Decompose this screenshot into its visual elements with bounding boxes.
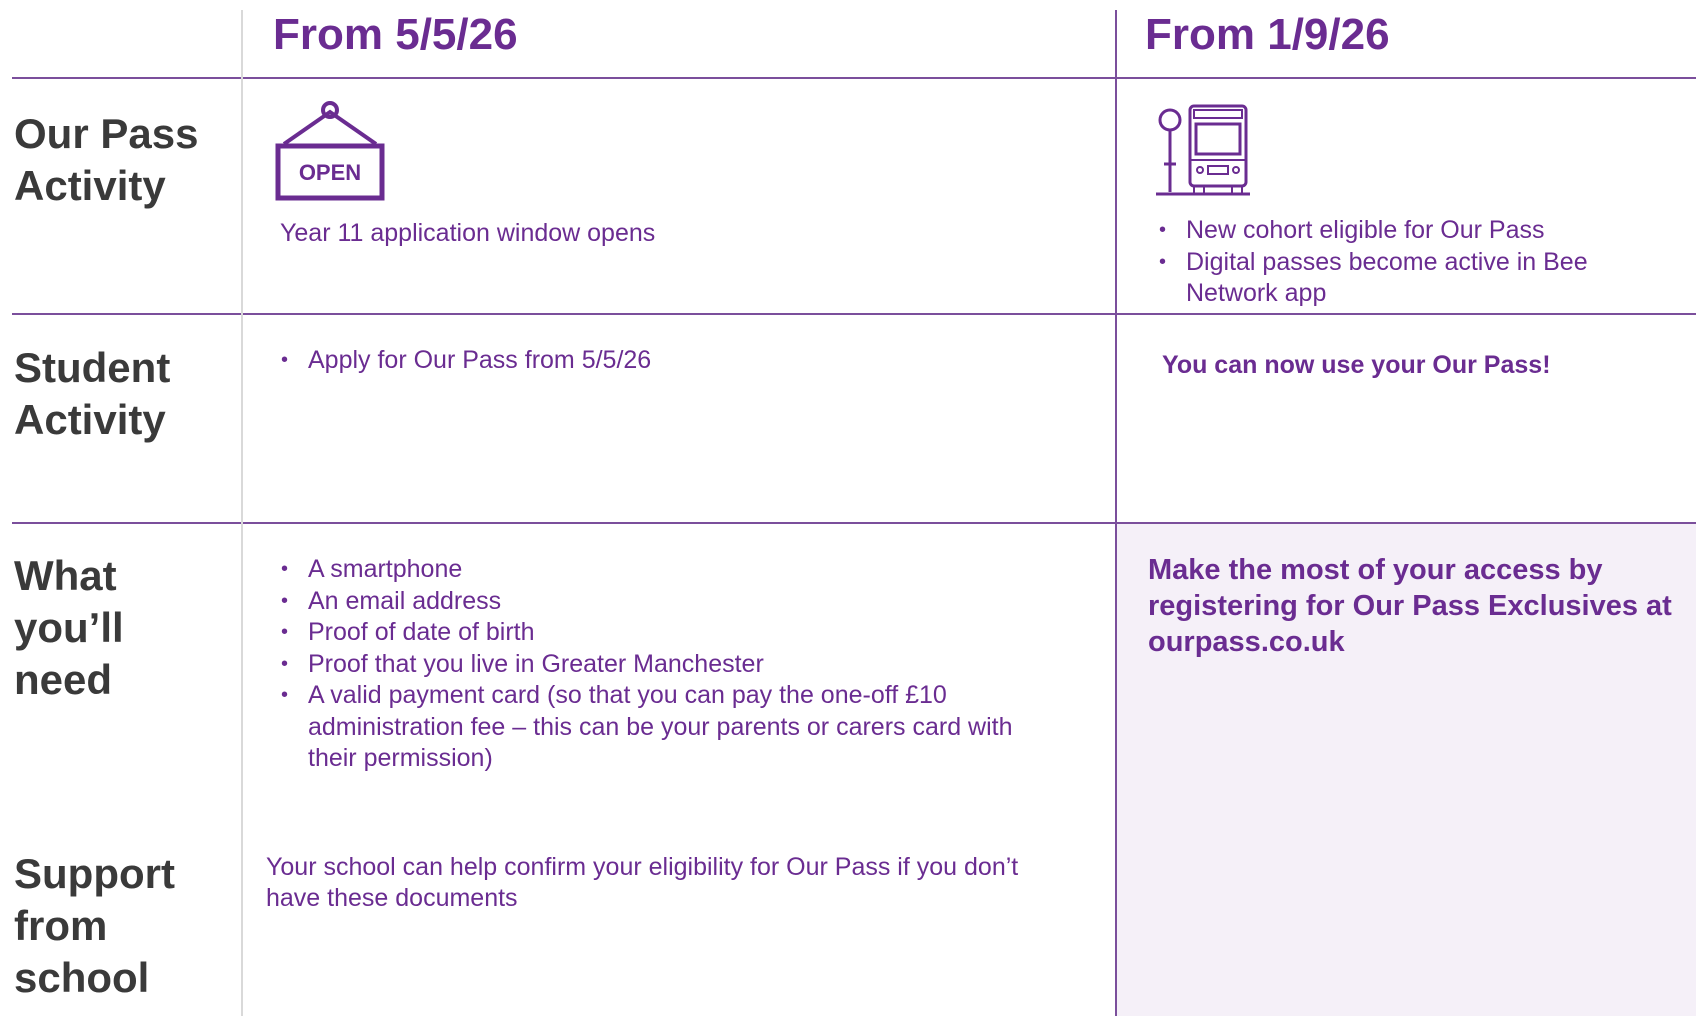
row-label-student-activity: Student Activity xyxy=(14,344,171,443)
use-pass-text: You can now use your Our Pass! xyxy=(1162,351,1551,379)
list-item: Apply for Our Pass from 5/5/26 xyxy=(277,345,1077,377)
list-item: Proof of date of birth xyxy=(277,617,1047,649)
row-label-our-pass-activity: Our Pass Activity xyxy=(14,110,199,209)
divider-row2 xyxy=(12,522,1696,524)
requirements-list: A smartphone An email address Proof of d… xyxy=(277,554,1047,775)
divider-label-col xyxy=(241,10,243,1016)
list-item: Digital passes become active in Bee Netw… xyxy=(1155,247,1675,310)
divider-mid-col xyxy=(1115,10,1117,1016)
open-sign-icon: OPEN xyxy=(275,101,385,201)
row-label-what-youll-need: What you’ll need xyxy=(14,552,124,703)
open-sign-text: OPEN xyxy=(299,160,361,185)
new-cohort-list: New cohort eligible for Our Pass Digital… xyxy=(1155,215,1675,310)
list-item: Proof that you live in Greater Mancheste… xyxy=(277,649,1047,681)
list-item: A smartphone xyxy=(277,554,1047,586)
list-item: A valid payment card (so that you can pa… xyxy=(277,680,1047,775)
apply-list: Apply for Our Pass from 5/5/26 xyxy=(277,345,1077,377)
row-label-support-from-school: Support from school xyxy=(14,850,175,1001)
column-heading-right: From 1/9/26 xyxy=(1145,10,1390,59)
list-item: New cohort eligible for Our Pass xyxy=(1155,215,1675,247)
exclusives-text: Make the most of your access by register… xyxy=(1148,554,1672,658)
divider-row1 xyxy=(12,313,1696,315)
school-support-text: Your school can help confirm your eligib… xyxy=(266,853,1019,912)
application-window-text: Year 11 application window opens xyxy=(280,219,656,247)
column-heading-left: From 5/5/26 xyxy=(273,10,518,59)
list-item: An email address xyxy=(277,586,1047,618)
bus-stop-icon xyxy=(1156,104,1250,196)
divider-header xyxy=(12,77,1696,79)
